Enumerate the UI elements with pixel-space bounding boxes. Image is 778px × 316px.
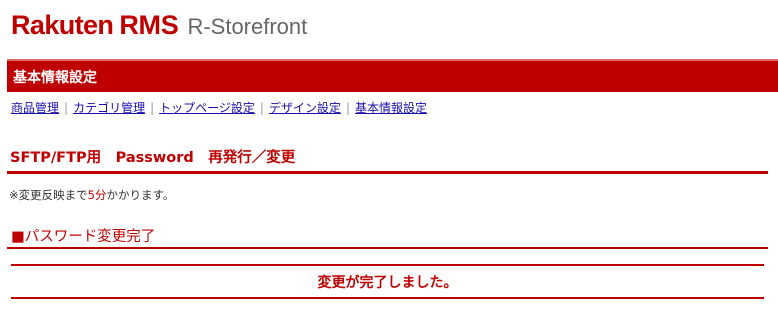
nav-separator: |: [259, 100, 264, 115]
completion-message: 変更が完了しました。: [317, 274, 458, 291]
logo-product-name: R-Storefront: [187, 14, 308, 39]
rakuten-rms-logo: Rakuten RMS R-Storefront: [11, 10, 307, 44]
notice-suffix: かかります。: [106, 188, 175, 202]
divider-bottom: [11, 297, 764, 299]
result-heading: ■パスワード変更完了: [7, 225, 768, 249]
page-title-bar: 基本情報設定: [7, 59, 778, 92]
nav-separator: |: [64, 100, 69, 115]
nav-link-top-page-settings[interactable]: トップページ設定: [159, 99, 255, 116]
nav-separator: |: [345, 100, 350, 115]
reflection-notice: ※変更反映まで5分かかります。: [9, 187, 174, 203]
top-navigation: 商品管理 | カテゴリ管理 | トップページ設定 | デザイン設定 | 基本情報…: [11, 99, 427, 116]
notice-prefix: ※変更反映まで: [9, 188, 88, 202]
nav-separator: |: [150, 100, 155, 115]
notice-duration: 5分: [87, 188, 107, 202]
nav-link-design-settings[interactable]: デザイン設定: [269, 99, 341, 116]
nav-link-category-management[interactable]: カテゴリ管理: [73, 99, 145, 116]
nav-link-basic-info-settings[interactable]: 基本情報設定: [355, 99, 427, 116]
page-title: 基本情報設定: [13, 69, 97, 86]
logo-rms: RMS: [119, 10, 179, 40]
nav-link-product-management[interactable]: 商品管理: [11, 99, 59, 116]
section-title: SFTP/FTP用 Password 再発行／変更: [7, 146, 768, 174]
logo-brand: Rakuten: [11, 10, 114, 40]
